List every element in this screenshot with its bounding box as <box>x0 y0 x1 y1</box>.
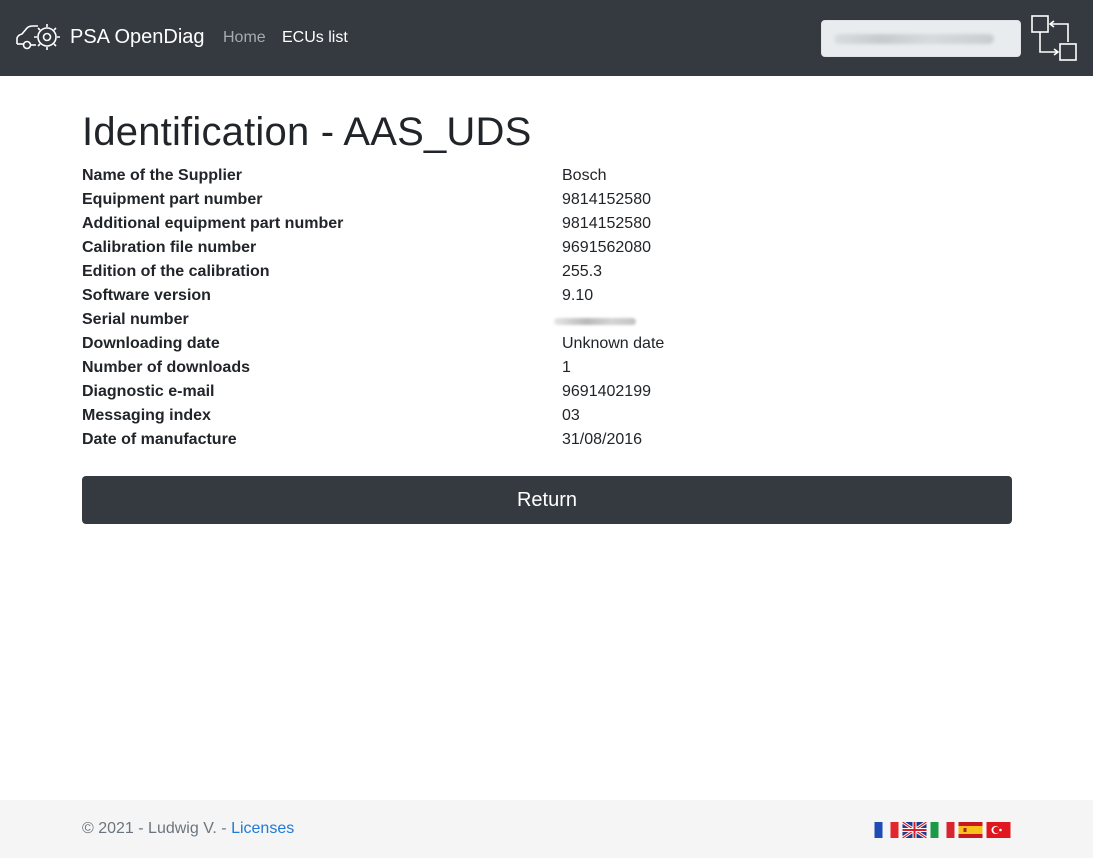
table-row: Number of downloads 1 <box>82 356 1012 380</box>
gb-flag-icon[interactable] <box>902 822 927 838</box>
row-label: Additional equipment part number <box>82 215 344 232</box>
row-label: Messaging index <box>82 407 211 424</box>
table-row: Date of manufacture 31/08/2016 <box>82 428 1012 452</box>
row-value: Unknown date <box>562 335 665 352</box>
redacted-serial-number <box>554 318 636 325</box>
nav-home-link[interactable]: Home <box>223 29 266 47</box>
row-value: 9691402199 <box>562 383 651 400</box>
row-label: Serial number <box>82 311 189 328</box>
table-row: Additional equipment part number 9814152… <box>82 212 1012 236</box>
return-button[interactable]: Return <box>82 476 1012 524</box>
fr-flag-icon[interactable] <box>874 822 899 838</box>
table-row: Messaging index 03 <box>82 404 1012 428</box>
row-value: 03 <box>562 407 580 424</box>
table-row: Serial number <box>82 308 1012 332</box>
row-value: 9.10 <box>562 287 594 304</box>
row-label: Name of the Supplier <box>82 167 243 184</box>
car-gear-icon <box>16 24 60 50</box>
footer: © 2021 - Ludwig V. - Licenses <box>0 800 1093 858</box>
language-flags <box>874 822 1011 838</box>
table-row: Diagnostic e-mail 9691402199 <box>82 380 1012 404</box>
brand-name: PSA OpenDiag <box>70 25 205 48</box>
table-row: Edition of the calibration 255.3 <box>82 260 1012 284</box>
table-row: Downloading date Unknown date <box>82 332 1012 356</box>
row-label: Date of manufacture <box>82 431 237 448</box>
row-value: Bosch <box>562 167 607 184</box>
row-label: Number of downloads <box>82 359 250 376</box>
row-label: Diagnostic e-mail <box>82 383 215 400</box>
table-row: Name of the Supplier Bosch <box>82 164 1012 188</box>
row-value: 9691562080 <box>562 239 651 256</box>
search-input[interactable] <box>821 20 1021 57</box>
row-label: Edition of the calibration <box>82 263 270 280</box>
redacted-text <box>834 34 994 44</box>
identification-table: Name of the Supplier Bosch Equipment par… <box>82 164 1012 452</box>
es-flag-icon[interactable] <box>958 822 983 838</box>
brand-link[interactable]: PSA OpenDiag <box>14 16 205 58</box>
row-value: 1 <box>562 359 571 376</box>
row-label: Downloading date <box>82 335 220 352</box>
tr-flag-icon[interactable] <box>986 822 1011 838</box>
nav-ecus-list-link[interactable]: ECUs list <box>282 29 348 47</box>
row-value: 9814152580 <box>562 191 651 208</box>
footer-text: © 2021 - Ludwig V. - Licenses <box>82 820 294 838</box>
table-row: Calibration file number 9691562080 <box>82 236 1012 260</box>
page-title: Identification - AAS_UDS <box>82 110 532 154</box>
row-label: Software version <box>82 287 211 304</box>
row-value: 9814152580 <box>562 215 651 232</box>
table-row: Software version 9.10 <box>82 284 1012 308</box>
row-value: 255.3 <box>562 263 603 280</box>
connection-icon[interactable] <box>1030 14 1078 62</box>
table-row: Equipment part number 9814152580 <box>82 188 1012 212</box>
row-label: Calibration file number <box>82 239 257 256</box>
it-flag-icon[interactable] <box>930 822 955 838</box>
row-label: Equipment part number <box>82 191 263 208</box>
licenses-link[interactable]: Licenses <box>231 820 294 837</box>
navbar: PSA OpenDiag Home ECUs list <box>0 0 1093 76</box>
row-value: 31/08/2016 <box>562 431 643 448</box>
copyright-text: © 2021 - Ludwig V. - <box>82 820 232 837</box>
